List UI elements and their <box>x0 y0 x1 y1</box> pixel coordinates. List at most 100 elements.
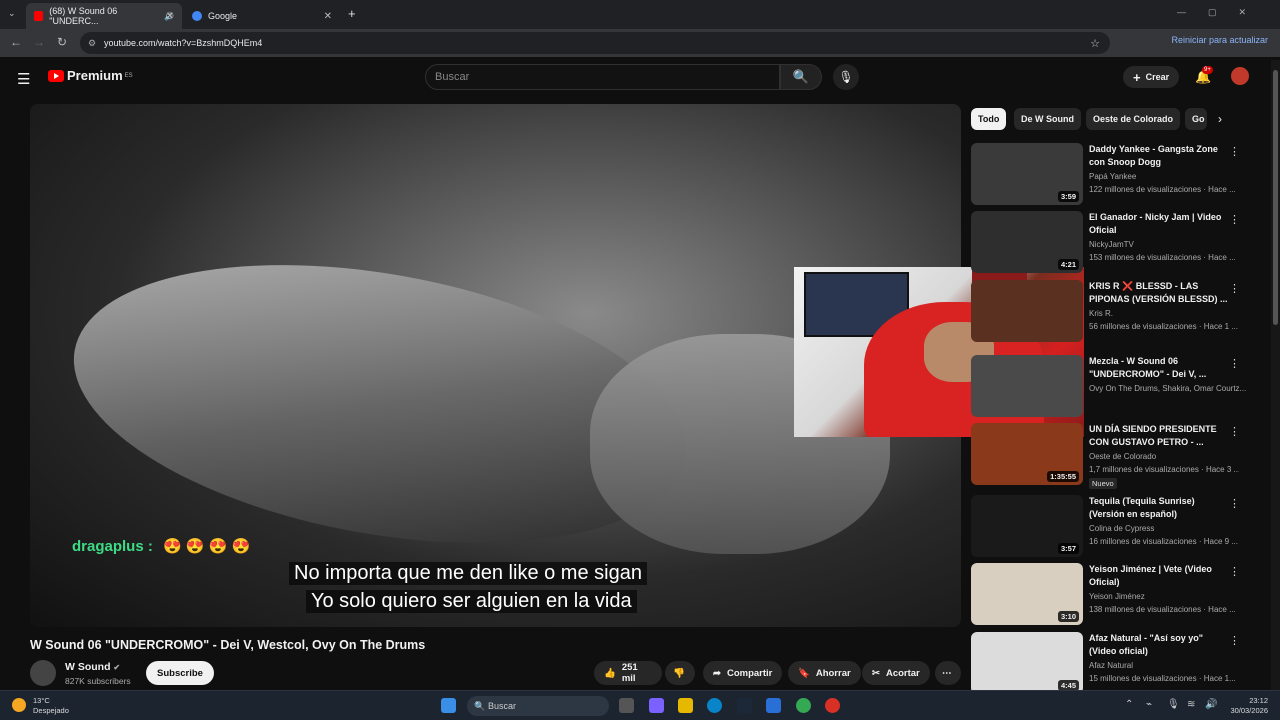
more-vertical-icon[interactable]: ⋮ <box>1229 145 1240 158</box>
recommendation-channel[interactable]: Colina de Cypress <box>1089 524 1154 533</box>
recommendation-channel[interactable]: NickyJamTV <box>1089 240 1134 249</box>
recommendation-title[interactable]: UN DÍA SIENDO PRESIDENTE CON GUSTAVO PET… <box>1089 423 1229 449</box>
video-thumbnail[interactable]: 3:59 <box>971 143 1083 205</box>
recommendation-item[interactable]: 3:10 Yeison Jiménez | Vete (Video Oficial… <box>971 563 1271 625</box>
video-thumbnail[interactable]: 1:35:55 <box>971 423 1083 485</box>
video-thumbnail[interactable]: 3:10 <box>971 563 1083 625</box>
restart-update-button[interactable]: Reiniciar para actualizar <box>1171 35 1268 45</box>
more-vertical-icon[interactable]: ⋮ <box>1229 634 1240 647</box>
clock[interactable]: 23:12 30/03/2026 <box>1230 696 1268 716</box>
mic-tray-icon[interactable]: 🎙 <box>1167 699 1180 710</box>
recommendation-item[interactable]: KRIS R ❌ BLESSD - LAS PIPONAS (VERSIÓN B… <box>971 280 1271 342</box>
forward-icon[interactable]: → <box>33 35 45 49</box>
chip-more[interactable]: Go <box>1185 108 1207 130</box>
weather-sun-icon[interactable] <box>12 698 26 712</box>
bookmark-star-icon[interactable]: ☆ <box>1090 37 1100 50</box>
video-thumbnail[interactable]: 4:21 <box>971 211 1083 273</box>
avatar[interactable] <box>1231 67 1249 85</box>
youtube-premium-logo[interactable]: Premium ES <box>48 68 133 83</box>
weather-widget[interactable]: 13°C Despejado <box>33 696 69 716</box>
chip-de-w-sound[interactable]: De W Sound <box>1014 108 1081 130</box>
video-thumbnail[interactable] <box>971 280 1083 342</box>
tray-chevron-icon[interactable]: ⌃ <box>1125 699 1133 710</box>
dislike-button[interactable]: 👎 <box>665 661 695 685</box>
save-button[interactable]: 🔖 Ahorrar <box>788 661 861 685</box>
recommendation-title[interactable]: Daddy Yankee - Gangsta Zone con Snoop Do… <box>1089 143 1229 169</box>
task-view-icon[interactable] <box>619 698 634 713</box>
scrollbar-thumb[interactable] <box>1273 70 1278 325</box>
create-button[interactable]: + Crear <box>1123 66 1180 88</box>
more-vertical-icon[interactable]: ⋮ <box>1229 357 1240 370</box>
chip-oeste-de-colorado[interactable]: Oeste de Colorado <box>1086 108 1181 130</box>
close-icon[interactable]: ✕ <box>166 11 174 22</box>
edge-icon[interactable] <box>707 698 722 713</box>
subscribe-button[interactable]: Subscribe <box>146 661 214 685</box>
more-vertical-icon[interactable]: ⋮ <box>1229 425 1240 438</box>
more-vertical-icon[interactable]: ⋮ <box>1229 282 1240 295</box>
store-icon[interactable] <box>766 698 781 713</box>
back-icon[interactable]: ← <box>10 35 22 49</box>
recommendation-channel[interactable]: Yeison Jiménez <box>1089 592 1145 601</box>
search-input[interactable]: Buscar <box>425 64 780 90</box>
tab-youtube[interactable]: (68) W Sound 06 "UNDERC... 🔊 ✕ <box>26 3 182 29</box>
chrome-icon[interactable] <box>796 698 811 713</box>
share-button[interactable]: ➦ Compartir <box>703 661 783 685</box>
window-controls[interactable]: —▢✕ <box>1177 7 1268 18</box>
recommendation-title[interactable]: Tequila (Tequila Sunrise) (Versión en es… <box>1089 495 1229 521</box>
chip-todo[interactable]: Todo <box>971 108 1007 130</box>
video-thumbnail[interactable] <box>971 355 1083 417</box>
recommendation-title[interactable]: Mezcla - W Sound 06 "UNDERCROMO" - Dei V… <box>1089 355 1229 381</box>
search-button[interactable]: 🔍 <box>780 64 822 90</box>
recommendation-title[interactable]: Yeison Jiménez | Vete (Video Oficial) <box>1089 563 1229 589</box>
more-vertical-icon[interactable]: ⋮ <box>1229 565 1240 578</box>
more-vertical-icon[interactable]: ⋮ <box>1229 497 1240 510</box>
site-info-icon[interactable]: ⚙ <box>88 38 96 49</box>
channel-name[interactable]: W Sound ✔ <box>65 661 120 673</box>
scrollbar[interactable] <box>1271 60 1280 690</box>
recommendation-item[interactable]: 3:59 Daddy Yankee - Gangsta Zone con Snoo… <box>971 143 1271 205</box>
clip-button[interactable]: ✂ Acortar <box>862 661 930 685</box>
channel-avatar[interactable] <box>30 660 56 686</box>
recommendation-channel[interactable]: Ovy On The Drums, Shakira, Omar Courtz..… <box>1089 384 1246 393</box>
recommendation-channel[interactable]: Afaz Natural <box>1089 661 1133 670</box>
video-thumbnail[interactable]: 4:45 <box>971 632 1083 694</box>
recommendation-item[interactable]: 4:45 Afaz Natural - "Así soy yo" (Video o… <box>971 632 1271 694</box>
copilot-icon[interactable] <box>649 698 664 713</box>
more-vertical-icon[interactable]: ⋮ <box>1229 213 1240 226</box>
new-tab-button[interactable]: + <box>348 6 356 21</box>
steam-icon[interactable] <box>737 698 752 713</box>
address-bar[interactable]: ⚙ youtube.com/watch?v=BzshmDQHEm4 ☆ <box>80 32 1110 54</box>
chevron-right-icon[interactable]: › <box>1218 112 1222 126</box>
recommendation-channel[interactable]: Kris R. <box>1089 309 1113 318</box>
bookmark-icon: 🔖 <box>798 667 810 679</box>
recommendation-item[interactable]: 3:57 Tequila (Tequila Sunrise) (Versión e… <box>971 495 1271 557</box>
wifi-icon[interactable]: ≋ <box>1187 699 1195 710</box>
chat-message: 😍 😍 😍 😍 <box>163 538 251 555</box>
recommendation-title[interactable]: El Ganador - Nicky Jam | Video Oficial <box>1089 211 1229 237</box>
recommendation-item[interactable]: 1:35:55 UN DÍA SIENDO PRESIDENTE CON GUST… <box>971 423 1271 489</box>
recommendation-channel[interactable]: Papá Yankee <box>1089 172 1136 181</box>
like-button[interactable]: 👍 251 mil <box>594 661 662 685</box>
windows-taskbar: 13°C Despejado 🔍 Buscar ⌃ ⌁ 🎙 ≋ 🔊 23:12 … <box>0 690 1280 720</box>
tab-list-icon[interactable]: ⌄ <box>8 8 16 19</box>
reload-icon[interactable]: ↻ <box>57 35 67 49</box>
recommendation-title[interactable]: Afaz Natural - "Así soy yo" (Video ofici… <box>1089 632 1229 658</box>
network-icon[interactable]: ⌁ <box>1146 699 1152 710</box>
recommendation-item[interactable]: 4:21 El Ganador - Nicky Jam | Video Ofici… <box>971 211 1271 273</box>
close-icon[interactable]: ✕ <box>324 11 332 22</box>
more-horizontal-icon: ⋯ <box>942 667 952 679</box>
video-thumbnail[interactable]: 3:57 <box>971 495 1083 557</box>
app-icon[interactable] <box>825 698 840 713</box>
tab-google[interactable]: Google ✕ <box>184 3 340 29</box>
hamburger-menu-icon[interactable]: ☰ <box>17 70 30 88</box>
taskbar-search-input[interactable]: 🔍 Buscar <box>467 696 609 716</box>
recommendation-channel[interactable]: Oeste de Colorado <box>1089 452 1156 461</box>
recommendation-item[interactable]: Mezcla - W Sound 06 "UNDERCROMO" - Dei V… <box>971 355 1271 417</box>
taskbar-search-placeholder: Buscar <box>488 701 517 711</box>
voice-search-button[interactable]: 🎙 <box>833 64 859 90</box>
recommendation-title[interactable]: KRIS R ❌ BLESSD - LAS PIPONAS (VERSIÓN B… <box>1089 280 1229 306</box>
more-actions-button[interactable]: ⋯ <box>935 661 961 685</box>
volume-icon[interactable]: 🔊 <box>1205 699 1217 710</box>
file-explorer-icon[interactable] <box>678 698 693 713</box>
windows-start-icon[interactable] <box>441 698 456 713</box>
